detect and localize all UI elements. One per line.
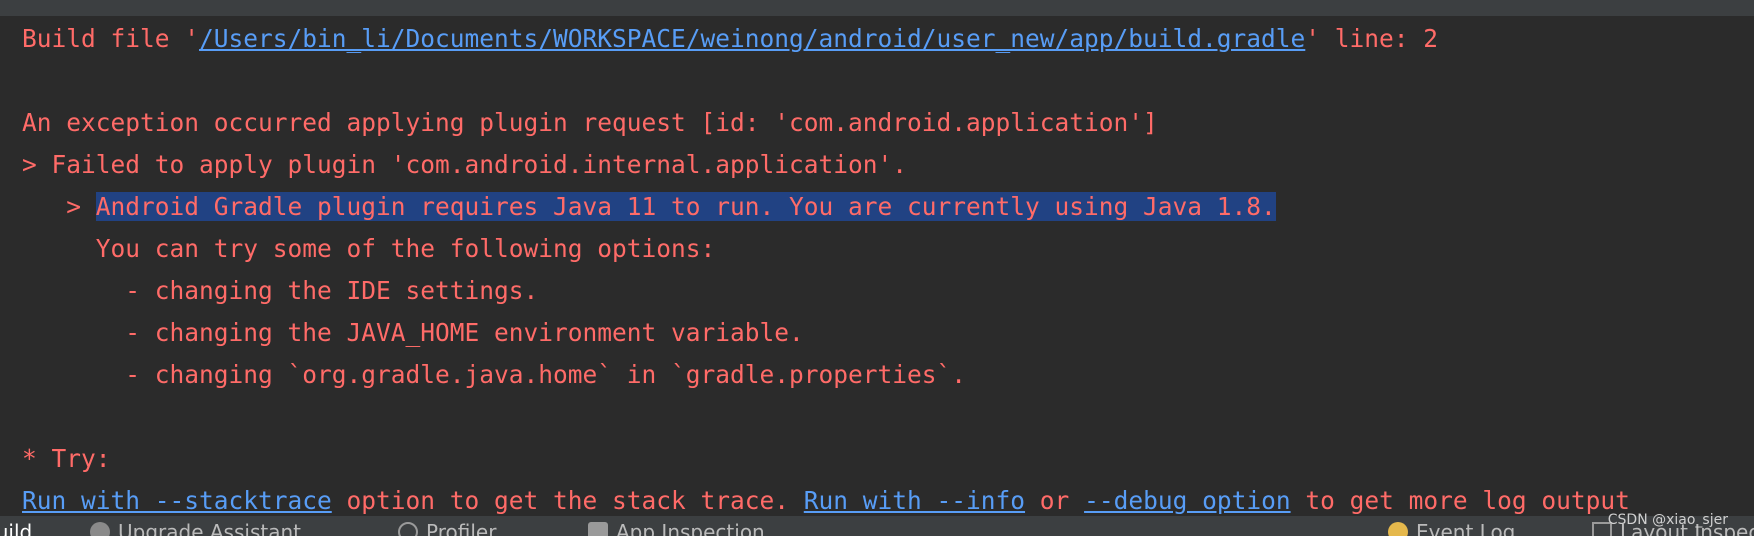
selected-error-text: Android Gradle plugin requires Java 11 t…	[95, 192, 1276, 221]
option-gradle-properties: - changing `org.gradle.java.home` in `gr…	[22, 360, 967, 389]
stacktrace-link[interactable]: Run with --stacktrace	[22, 486, 332, 515]
build-file-prefix: Build file '	[22, 24, 200, 53]
try-text-3: to get more log output	[1290, 486, 1630, 515]
tab-app-inspection-label: App Inspection	[616, 520, 765, 536]
build-file-link[interactable]: /Users/bin_li/Documents/WORKSPACE/weinon…	[199, 24, 1305, 53]
watermark: CSDN @xiao_sjer	[1607, 512, 1728, 528]
profiler-icon	[398, 522, 418, 536]
debug-link[interactable]: --debug option	[1084, 486, 1291, 515]
build-file-line: Build file '/Users/bin_li/Documents/WORK…	[22, 22, 1438, 56]
build-output-console[interactable]: Build file '/Users/bin_li/Documents/WORK…	[0, 16, 1754, 516]
option-java-home: - changing the JAVA_HOME environment var…	[22, 318, 804, 347]
java-version-error-line: > Android Gradle plugin requires Java 11…	[22, 190, 1276, 224]
try-text-1: option to get the stack trace.	[331, 486, 804, 515]
try-header: * Try:	[22, 444, 111, 473]
nested-prefix: >	[22, 192, 96, 221]
event-log-icon	[1388, 522, 1408, 536]
try-text-2: or	[1025, 486, 1085, 515]
tab-profiler-label: Profiler	[426, 520, 497, 536]
upgrade-assistant-icon	[90, 522, 110, 536]
exception-line: An exception occurred applying plugin re…	[22, 108, 1158, 137]
option-ide-settings: - changing the IDE settings.	[22, 276, 539, 305]
bottom-tool-window-bar: Build Upgrade Assistant Profiler App Ins…	[0, 516, 1754, 536]
tab-upgrade-assistant-label: Upgrade Assistant	[118, 520, 301, 536]
try-suggestions-line: Run with --stacktrace option to get the …	[22, 484, 1630, 516]
tab-event-log[interactable]: Event Log	[1388, 521, 1515, 536]
build-file-suffix: ' line: 2	[1305, 24, 1439, 53]
failed-apply-line: > Failed to apply plugin 'com.android.in…	[22, 150, 908, 179]
info-link[interactable]: Run with --info	[804, 486, 1025, 515]
options-intro-line: You can try some of the following option…	[22, 234, 716, 263]
top-strip	[0, 0, 1754, 16]
app-inspection-icon	[588, 522, 608, 536]
tab-event-log-label: Event Log	[1416, 520, 1516, 536]
tab-profiler[interactable]: Profiler	[398, 521, 496, 536]
tab-build-label: Build	[0, 520, 33, 536]
tab-upgrade-assistant[interactable]: Upgrade Assistant	[90, 521, 301, 536]
tab-app-inspection[interactable]: App Inspection	[588, 521, 765, 536]
tab-build[interactable]: Build	[0, 521, 32, 536]
